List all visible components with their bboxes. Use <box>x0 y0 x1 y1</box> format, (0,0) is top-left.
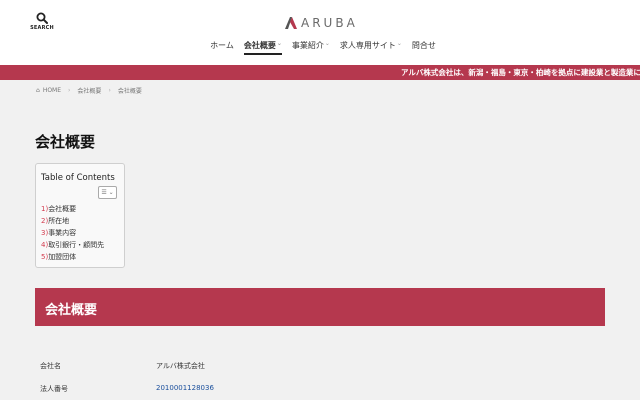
toc-toggle-button[interactable]: ☰ ⌄ <box>98 186 117 199</box>
site-logo[interactable]: ARUBA <box>284 13 358 33</box>
info-row-label: 会社名 <box>40 362 61 370</box>
nav-item-label: ホーム <box>210 41 234 50</box>
info-row-label: 法人番号 <box>40 385 68 393</box>
nav-item-label: 事業紹介 <box>291 41 324 50</box>
chevron-down-icon: ⌄ <box>324 40 330 47</box>
news-ticker: アルバ株式会社は、新潟・福島・東京・柏崎を拠点に建設業と製造業に特化 <box>0 65 640 80</box>
ticker-text: アルバ株式会社は、新潟・福島・東京・柏崎を拠点に建設業と製造業に特化 <box>401 68 640 77</box>
toc-item-label: 事業内容 <box>48 229 77 237</box>
corporate-number-link[interactable]: 2010001128036 <box>156 384 214 392</box>
page-title: 会社概要 <box>35 133 96 151</box>
toc-item-label: 加盟団体 <box>48 253 77 261</box>
info-row-value: アルバ株式会社 <box>156 362 205 370</box>
breadcrumb-current: 会社概要 <box>117 88 142 95</box>
chevron-down-icon: ⌄ <box>276 40 282 47</box>
toc-item-label: 取引銀行・顧問先 <box>48 241 105 249</box>
section-heading-banner: 会社概要 <box>35 288 605 326</box>
toc-item[interactable]: 5)加盟団体 <box>41 251 104 263</box>
search-label: SEARCH <box>30 25 54 31</box>
toc-item-label: 会社概要 <box>48 205 77 213</box>
nav-item-home[interactable]: ホーム <box>205 40 239 56</box>
breadcrumb-item[interactable]: 会社概要 <box>77 86 101 95</box>
nav-item-company[interactable]: 会社概要 ⌄ <box>239 40 287 56</box>
section-title: 会社概要 <box>45 303 98 318</box>
nav-item-recruit[interactable]: 求人専用サイト ⌄ <box>335 40 407 56</box>
breadcrumb-home[interactable]: HOME <box>43 87 61 94</box>
table-of-contents: Table of Contents ☰ ⌄ 1)会社概要 2)所在地 3)事業内… <box>35 163 125 268</box>
toc-item[interactable]: 3)事業内容 <box>41 227 104 239</box>
breadcrumb-separator: › <box>68 87 71 94</box>
chevron-down-icon: ⌄ <box>396 40 402 47</box>
toc-list: 1)会社概要 2)所在地 3)事業内容 4)取引銀行・顧問先 5)加盟団体 <box>41 203 104 263</box>
nav-item-label: 会社概要 <box>243 41 276 50</box>
toc-title: Table of Contents <box>41 173 115 183</box>
home-icon: ⌂ <box>36 87 40 94</box>
nav-item-label: 求人専用サイト <box>339 41 396 50</box>
site-header: SEARCH ARUBA ホーム 会社概要 ⌄ 事業紹介 ⌄ 求人専用サイト ⌄ <box>0 0 640 65</box>
breadcrumb-separator: › <box>108 87 111 94</box>
toc-item[interactable]: 1)会社概要 <box>41 203 104 215</box>
nav-item-contact[interactable]: 問合せ <box>407 40 441 56</box>
search-icon <box>36 12 48 24</box>
nav-item-business[interactable]: 事業紹介 ⌄ <box>287 40 335 56</box>
breadcrumb: ⌂ HOME › 会社概要 › 会社概要 <box>36 86 142 95</box>
toc-item-label: 所在地 <box>48 217 70 225</box>
main-nav: ホーム 会社概要 ⌄ 事業紹介 ⌄ 求人専用サイト ⌄ 問合せ <box>0 40 640 56</box>
logo-text: ARUBA <box>301 16 358 30</box>
nav-item-label: 問合せ <box>411 41 436 50</box>
logo-mark-icon <box>285 17 297 29</box>
toc-item[interactable]: 4)取引銀行・顧問先 <box>41 239 104 251</box>
list-toggle-icon: ☰ ⌄ <box>101 189 114 196</box>
search-button[interactable]: SEARCH <box>30 12 54 31</box>
toc-item[interactable]: 2)所在地 <box>41 215 104 227</box>
